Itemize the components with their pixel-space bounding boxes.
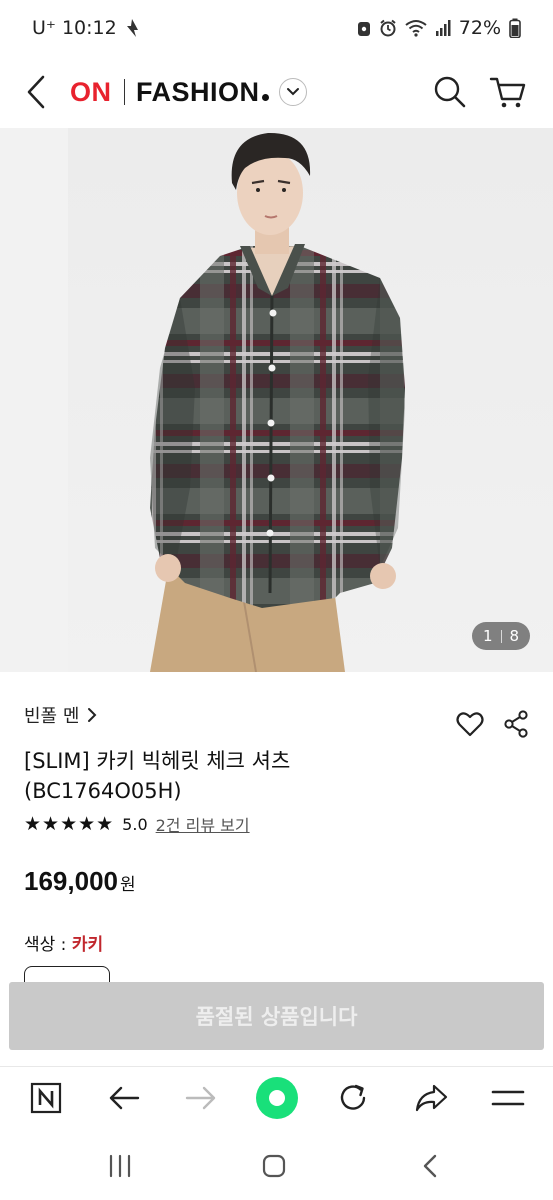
status-left: U⁺ 10:12	[32, 17, 141, 39]
browser-menu-button[interactable]	[484, 1075, 532, 1121]
system-back-button[interactable]	[406, 1146, 454, 1186]
brand-dot	[261, 93, 269, 101]
system-navigation	[0, 1134, 553, 1200]
battery-percent: 72%	[458, 17, 501, 39]
brand-link[interactable]: 빈폴 멘	[24, 702, 97, 728]
chevron-right-icon	[88, 708, 97, 722]
share-forward-icon	[415, 1084, 448, 1112]
chevron-down-icon	[286, 88, 299, 96]
image-counter-divider	[500, 629, 502, 643]
color-option: 색상 : 카키	[24, 930, 103, 955]
brand-name: 빈폴 멘	[24, 706, 80, 727]
rating-stars: ★★★★★	[24, 813, 115, 835]
rating: ★★★★★ 5.0 2건 리뷰 보기	[24, 812, 250, 836]
browser-share-button[interactable]	[407, 1075, 455, 1121]
product-image[interactable]: 1 8	[0, 128, 553, 672]
alarm-icon	[380, 19, 396, 37]
search-icon	[434, 76, 466, 108]
color-label: 색상 :	[24, 935, 72, 955]
browser-home-button[interactable]	[253, 1075, 301, 1121]
wifi-icon	[405, 20, 427, 37]
browser-back-button[interactable]	[100, 1075, 148, 1121]
home-icon	[262, 1154, 286, 1178]
brand-divider	[123, 79, 125, 105]
system-home-button[interactable]	[250, 1146, 298, 1186]
app-notification-icon	[126, 19, 138, 37]
price-unit: 원	[119, 875, 136, 895]
product-title: [SLIM] 카키 빅헤릿 체크 셔츠 (BC1764O05H)	[24, 746, 444, 806]
image-counter-total: 8	[509, 627, 520, 645]
sold-out-button[interactable]: 품절된 상품입니다	[9, 982, 544, 1050]
share-button[interactable]	[500, 708, 532, 740]
home-green-dot-icon	[256, 1077, 298, 1119]
app-header: ON FASHION	[0, 56, 553, 128]
recent-apps-icon	[109, 1154, 131, 1178]
cart-icon	[489, 77, 526, 108]
menu-icon	[491, 1090, 525, 1106]
brand-logo[interactable]: ON FASHION	[70, 70, 307, 114]
refresh-icon	[340, 1084, 366, 1110]
naver-button[interactable]	[22, 1075, 70, 1121]
brand-on-text: ON	[70, 76, 112, 107]
browser-forward-button[interactable]	[177, 1075, 225, 1121]
heart-icon	[456, 712, 484, 737]
share-icon	[504, 710, 528, 738]
price: 169,000 원	[24, 866, 136, 897]
back-arrow-icon	[27, 75, 45, 109]
back-icon	[423, 1154, 437, 1178]
forward-arrow-icon	[185, 1086, 216, 1110]
recent-apps-button[interactable]	[96, 1146, 144, 1186]
image-counter-current: 1	[482, 627, 493, 645]
status-bar: U⁺ 10:12 72%	[0, 0, 553, 56]
clock: 10:12	[61, 17, 117, 39]
lock-icon	[357, 22, 370, 36]
carrier-label: U⁺	[32, 17, 56, 39]
back-arrow-icon	[109, 1086, 140, 1110]
product-title-line2: (BC1764O05H)	[24, 779, 182, 803]
wishlist-button[interactable]	[454, 708, 486, 740]
browser-toolbar	[0, 1066, 553, 1128]
rating-value: 5.0	[122, 814, 148, 834]
brand-fashion-text: FASHION	[136, 76, 260, 107]
back-button[interactable]	[18, 68, 54, 116]
naver-n-icon	[30, 1082, 62, 1114]
model-photo	[150, 132, 405, 672]
color-value: 카키	[71, 935, 104, 955]
search-button[interactable]	[428, 68, 472, 116]
brand-dropdown-toggle[interactable]	[278, 78, 307, 106]
status-right: 72%	[357, 17, 521, 39]
signal-icon	[435, 20, 451, 36]
review-link[interactable]: 2건 리뷰 보기	[156, 812, 250, 836]
battery-icon	[509, 18, 521, 38]
image-counter: 1 8	[472, 622, 530, 650]
price-amount: 169,000	[24, 866, 118, 896]
product-title-line1: [SLIM] 카키 빅헤릿 체크 셔츠	[24, 749, 291, 773]
cart-button[interactable]	[486, 68, 530, 116]
browser-refresh-button[interactable]	[330, 1075, 378, 1121]
